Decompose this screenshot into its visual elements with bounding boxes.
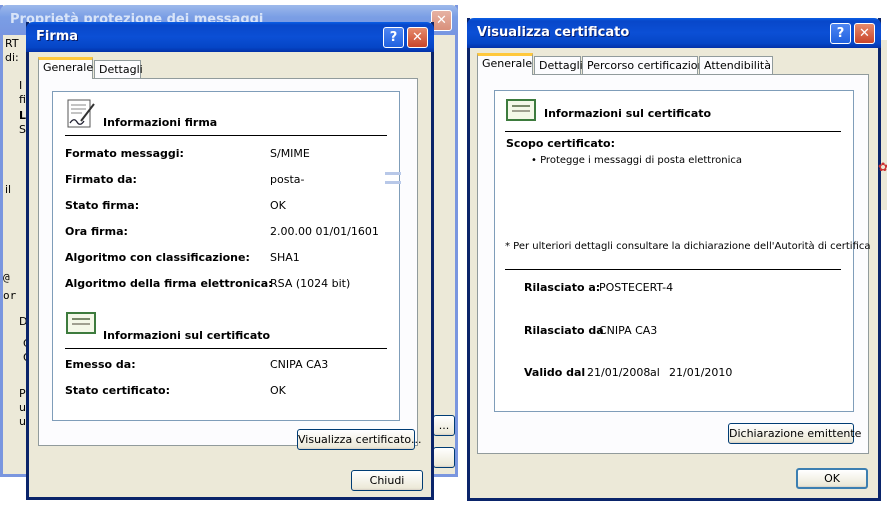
bg-button-2[interactable] xyxy=(433,447,455,468)
tab-panel: Informazioni firma Formato messaggi: S/M… xyxy=(38,78,421,450)
issuer-statement-note: * Per ulteriori dettagli consultare la d… xyxy=(505,241,871,252)
issued-by-label: Rilasciato da xyxy=(524,324,604,337)
fragment: di: xyxy=(5,51,19,64)
scroll-handle-icon[interactable] xyxy=(385,172,401,184)
field-label-issued-by: Emesso da: xyxy=(65,358,136,371)
tab-panel: Informazioni sul certificato Scopo certi… xyxy=(477,74,871,454)
background-window-edge xyxy=(881,40,887,210)
field-value-signature-time: 2.00.00 01/01/1601 xyxy=(270,225,379,238)
close-button[interactable]: Chiudi xyxy=(351,470,423,491)
tab-label: Attendibilità xyxy=(704,59,771,72)
close-icon[interactable]: ✕ xyxy=(854,23,875,44)
certificate-info-title: Informazioni sul certificato xyxy=(544,107,712,120)
divider xyxy=(505,269,841,270)
help-icon[interactable]: ? xyxy=(830,23,851,44)
close-icon[interactable]: ✕ xyxy=(407,27,428,48)
tab-bar: Generale Dettagli Percorso certificazion… xyxy=(477,53,867,75)
tab-generale[interactable]: Generale xyxy=(477,53,533,75)
tab-label: Dettagli xyxy=(99,63,143,76)
tab-label: Generale xyxy=(482,57,533,70)
field-label-signature-status: Stato firma: xyxy=(65,199,140,212)
certificate-icon xyxy=(66,312,96,334)
issuer-statement-button[interactable]: Dichiarazione emittente xyxy=(728,423,861,444)
scope-title: Scopo certificato: xyxy=(506,137,616,150)
field-value-signature-status: OK xyxy=(270,199,286,212)
ok-button[interactable]: OK xyxy=(796,468,868,489)
valid-label: Valido dal xyxy=(524,366,586,379)
field-label-certificate-status: Stato certificato: xyxy=(65,384,170,397)
bg-left-strip: RT di: I fi L Se il @ or D C O P ul u xyxy=(3,35,33,475)
valid-separator: al xyxy=(650,366,660,379)
fragment: fi xyxy=(19,93,26,106)
field-value-certificate-status: OK xyxy=(270,384,286,397)
ribbon-icon: ✿ xyxy=(878,160,887,174)
fragment: @ xyxy=(3,271,10,284)
field-label-signature-time: Ora firma: xyxy=(65,225,128,238)
divider xyxy=(65,135,387,136)
help-icon[interactable]: ? xyxy=(383,27,404,48)
fragment: L xyxy=(19,109,27,122)
tab-trust[interactable]: Attendibilità xyxy=(699,56,773,74)
fragment: I xyxy=(19,79,23,92)
view-certificate-label: Visualizza certificato... xyxy=(298,433,422,446)
scope-item: • Protegge i messaggi di posta elettroni… xyxy=(531,155,742,166)
signature-window: Firma ? ✕ Generale Dettagli Informazioni… xyxy=(26,22,434,500)
tab-bar: Generale Dettagli xyxy=(38,57,418,79)
certificate-icon xyxy=(506,99,536,121)
field-label-signed-by: Firmato da: xyxy=(65,173,137,186)
tab-dettagli[interactable]: Dettagli xyxy=(94,60,143,78)
signature-info-box: Informazioni firma Formato messaggi: S/M… xyxy=(52,91,401,421)
bg-button-label: ... xyxy=(438,419,450,432)
ok-button-label: OK xyxy=(824,472,840,485)
window-title: Firma xyxy=(36,29,79,44)
tab-label: Generale xyxy=(43,61,94,74)
fragment: P xyxy=(19,387,26,400)
view-certificate-button[interactable]: Visualizza certificato... xyxy=(297,429,421,450)
scope-item-text: Protegge i messaggi di posta elettronica xyxy=(540,155,742,166)
fragment: u xyxy=(19,415,26,428)
tab-label: Percorso certificazione xyxy=(587,59,712,72)
divider xyxy=(65,348,387,349)
section-title-signature-info: Informazioni firma xyxy=(103,116,218,129)
tab-dettagli[interactable]: Dettagli xyxy=(534,56,583,74)
bg-button[interactable]: ... xyxy=(433,415,455,436)
certificate-info-box: Informazioni sul certificato Scopo certi… xyxy=(494,90,871,412)
signature-document-icon xyxy=(67,99,95,128)
valid-to-value: 21/01/2010 xyxy=(669,366,733,379)
field-value-signature-algorithm: RSA (1024 bit) xyxy=(270,277,351,290)
tab-generale[interactable]: Generale xyxy=(38,57,93,79)
field-value-issued-by: CNIPA CA3 xyxy=(270,358,329,371)
field-label-signature-algorithm: Algoritmo della firma elettronica: xyxy=(65,277,273,290)
issued-to-value: POSTECERT-4 xyxy=(599,281,674,294)
tab-certification-path[interactable]: Percorso certificazione xyxy=(582,56,711,74)
fragment: il xyxy=(5,183,12,196)
titlebar: Firma ? ✕ xyxy=(26,22,434,52)
window-title: Visualizza certificato xyxy=(477,25,630,40)
fragment: RT xyxy=(5,37,19,50)
view-certificate-window: Visualizza certificato ? ✕ Generale Dett… xyxy=(467,18,881,501)
section-title-certificate-info: Informazioni sul certificato xyxy=(103,329,271,342)
field-label-message-format: Formato messaggi: xyxy=(65,147,184,160)
divider xyxy=(505,131,841,132)
tab-label: Dettagli xyxy=(539,59,583,72)
issuer-statement-label: Dichiarazione emittente xyxy=(729,427,862,440)
issued-by-value: CNIPA CA3 xyxy=(599,324,658,337)
titlebar: Visualizza certificato ? ✕ xyxy=(467,18,881,48)
issued-to-label: Rilasciato a: xyxy=(524,281,601,294)
field-value-hash-algorithm: SHA1 xyxy=(270,251,300,264)
close-icon[interactable]: ✕ xyxy=(431,10,452,31)
close-button-label: Chiudi xyxy=(369,474,405,487)
field-value-signed-by: posta- xyxy=(270,173,305,186)
field-value-message-format: S/MIME xyxy=(270,147,310,160)
fragment: or xyxy=(3,289,17,302)
field-label-hash-algorithm: Algoritmo con classificazione: xyxy=(65,251,250,264)
valid-from-value: 21/01/2008 xyxy=(587,366,651,379)
